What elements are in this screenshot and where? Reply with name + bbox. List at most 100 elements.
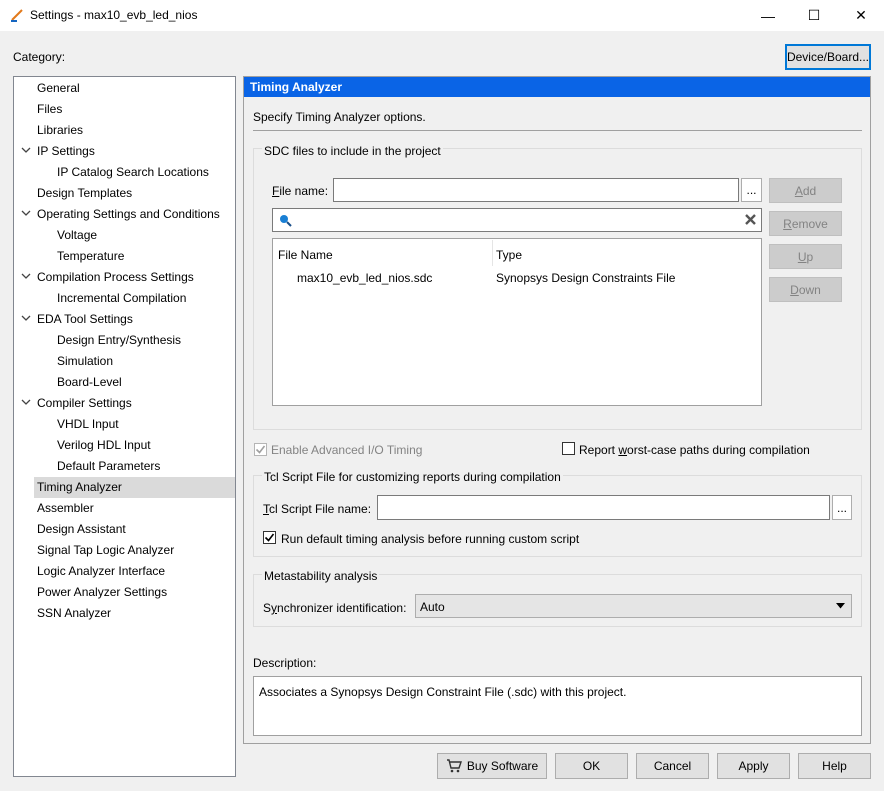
sdc-search-box[interactable] [272, 208, 762, 232]
up-button-mnemonic: U [797, 249, 807, 264]
column-header-type[interactable]: Type [496, 248, 522, 262]
tree-item[interactable]: Voltage [14, 225, 235, 246]
tree-item[interactable]: Temperature [14, 246, 235, 267]
checkmark-icon [255, 445, 266, 454]
tree-item-label: Verilog HDL Input [57, 438, 151, 452]
synchronizer-select[interactable]: Auto [415, 594, 852, 618]
synchronizer-label-pre: S [263, 601, 272, 615]
minimize-icon: — [761, 7, 775, 24]
maximize-button[interactable]: ☐ [791, 0, 837, 31]
up-button[interactable]: Up [769, 244, 842, 269]
tree-item[interactable]: Design Templates [14, 183, 235, 204]
clear-search-icon[interactable] [744, 213, 757, 226]
report-worst-case-mnemonic: w [618, 443, 628, 457]
tree-item-label: Default Parameters [57, 459, 161, 473]
tree-item[interactable]: General [14, 78, 235, 99]
tree-item[interactable]: EDA Tool Settings [14, 309, 235, 330]
tree-item[interactable]: Power Analyzer Settings [14, 582, 235, 603]
tree-item[interactable]: SSN Analyzer [14, 603, 235, 624]
tree-item-label: Timing Analyzer [37, 480, 122, 494]
tree-item[interactable]: Operating Settings and Conditions [14, 204, 235, 225]
tcl-file-label-rest: cl Script File name: [269, 502, 372, 516]
enable-advanced-io-label: Enable Advanced I/O Timing [271, 443, 423, 457]
tree-item[interactable]: Libraries [14, 120, 235, 141]
tree-item[interactable]: VHDL Input [14, 414, 235, 435]
column-header-file-name[interactable]: File Name [278, 248, 333, 262]
tree-item[interactable]: IP Catalog Search Locations [14, 162, 235, 183]
chevron-down-icon[interactable] [20, 141, 32, 162]
table-row[interactable]: max10_evb_led_nios.sdc Synopsys Design C… [273, 265, 761, 287]
title-bar: Settings - max10_evb_led_nios — ☐ ✕ [0, 0, 884, 31]
tree-item[interactable]: Signal Tap Logic Analyzer [14, 540, 235, 561]
category-tree[interactable]: General Files Libraries IP Settings IP Catal… [13, 76, 236, 777]
tree-item[interactable]: Verilog HDL Input [14, 435, 235, 456]
buy-software-label: Buy Software [466, 759, 539, 773]
category-label: Category: [13, 50, 66, 64]
buy-software-button[interactable]: Buy Software [437, 753, 547, 779]
minimize-button[interactable]: — [745, 0, 791, 31]
settings-panel: Timing Analyzer Specify Timing Analyzer … [243, 76, 871, 744]
tree-item[interactable]: Files [14, 99, 235, 120]
enable-advanced-io-checkbox[interactable] [254, 443, 267, 456]
run-default-timing-label: Run default timing analysis before runni… [281, 532, 580, 546]
tree-item[interactable]: Incremental Compilation [14, 288, 235, 309]
chevron-down-icon[interactable] [20, 309, 32, 330]
run-default-timing-checkbox[interactable] [263, 531, 276, 544]
tree-item-label: Simulation [57, 354, 114, 368]
tree-item-label: Libraries [37, 123, 84, 137]
tree-item[interactable]: Design Assistant [14, 519, 235, 540]
chevron-down-icon[interactable] [20, 393, 32, 414]
report-worst-case-checkbox[interactable] [562, 442, 575, 455]
panel-intro: Specify Timing Analyzer options. [253, 110, 426, 124]
tree-item[interactable]: Compilation Process Settings [14, 267, 235, 288]
down-button-mnemonic: D [790, 282, 799, 297]
remove-button[interactable]: Remove [769, 211, 842, 236]
tree-item-label: Logic Analyzer Interface [37, 564, 166, 578]
column-divider [492, 240, 493, 266]
tree-item[interactable]: Timing Analyzer [34, 477, 235, 498]
down-button[interactable]: Down [769, 277, 842, 302]
chevron-down-icon[interactable] [20, 204, 32, 225]
tree-item[interactable]: Board-Level [14, 372, 235, 393]
file-name-label: File name: [272, 184, 328, 198]
tcl-file-input[interactable] [377, 495, 830, 520]
device-board-button[interactable]: Device/Board... [785, 44, 871, 70]
sdc-browse-button[interactable]: ... [741, 178, 762, 202]
help-button[interactable]: Help [798, 753, 871, 779]
ok-button[interactable]: OK [555, 753, 628, 779]
tree-item[interactable]: IP Settings [14, 141, 235, 162]
tree-item-label: SSN Analyzer [37, 606, 112, 620]
checkmark-icon [264, 533, 275, 542]
tree-item[interactable]: Default Parameters [14, 456, 235, 477]
tree-item-label: Files [37, 102, 63, 116]
tree-item[interactable]: Compiler Settings [14, 393, 235, 414]
chevron-down-icon[interactable] [20, 267, 32, 288]
up-button-label: p [806, 249, 814, 264]
description-box: Associates a Synopsys Design Constraint … [253, 676, 862, 736]
tree-item[interactable]: Assembler [14, 498, 235, 519]
tree-item-label: Board-Level [57, 375, 122, 389]
window-title: Settings - max10_evb_led_nios [30, 8, 198, 22]
close-icon: ✕ [855, 7, 867, 23]
tree-item[interactable]: Logic Analyzer Interface [14, 561, 235, 582]
tree-item-label: Design Entry/Synthesis [57, 333, 182, 347]
tree-item-label: Operating Settings and Conditions [37, 207, 220, 221]
report-worst-case-label-post: orst-case paths during compilation [627, 443, 810, 457]
tree-item-label: Assembler [37, 501, 94, 515]
tcl-browse-button[interactable]: ... [832, 495, 852, 520]
close-button[interactable]: ✕ [838, 0, 884, 31]
sdc-file-table[interactable]: File Name Type max10_evb_led_nios.sdc Sy… [272, 238, 762, 406]
tree-item[interactable]: Simulation [14, 351, 235, 372]
tree-item-label: Signal Tap Logic Analyzer [37, 543, 175, 557]
sdc-group-title: SDC files to include in the project [262, 144, 443, 158]
apply-button[interactable]: Apply [717, 753, 790, 779]
file-name-input[interactable] [333, 178, 739, 202]
shopping-cart-icon [446, 759, 462, 773]
add-button[interactable]: Add [769, 178, 842, 203]
remove-button-mnemonic: R [783, 216, 792, 231]
tree-item-label: Design Templates [37, 186, 133, 200]
tree-item-label: Temperature [57, 249, 125, 263]
tree-item[interactable]: Design Entry/Synthesis [14, 330, 235, 351]
cancel-button[interactable]: Cancel [636, 753, 709, 779]
tree-item-label: General [37, 81, 80, 95]
